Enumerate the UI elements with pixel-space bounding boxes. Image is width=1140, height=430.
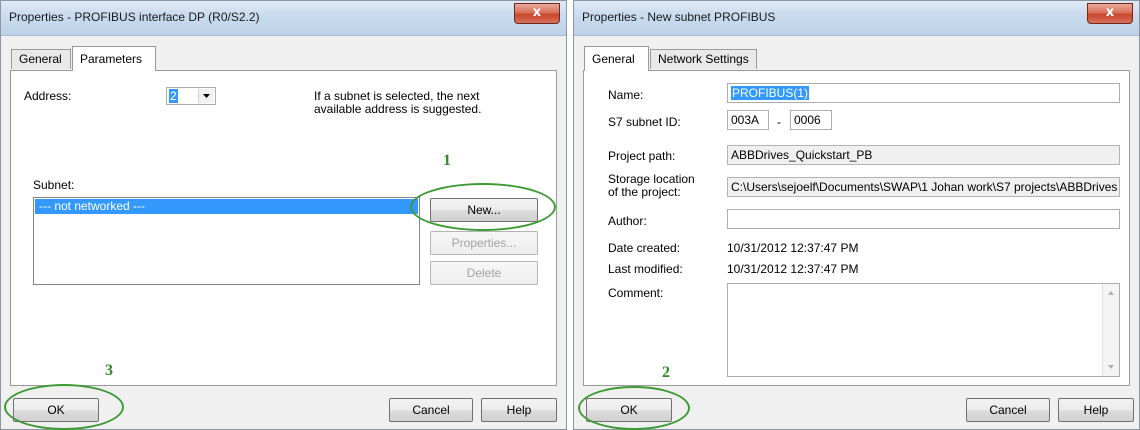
author-label: Author: [608,214,647,228]
project-path-label: Project path: [608,149,676,163]
step-number-2: 2 [662,364,670,381]
parameters-tab-page: Address: 2 If a subnet is selected, the … [10,70,557,386]
name-value: PROFIBUS(1) [731,86,810,100]
name-field[interactable]: PROFIBUS(1) [727,83,1120,103]
subnet-id-label: S7 subnet ID: [608,115,681,129]
storage-location-label-line1: Storage location [608,172,695,186]
step-number-3: 3 [105,362,113,379]
title-bar: Properties - PROFIBUS interface DP (R0/S… [1,1,566,36]
new-subnet-button[interactable]: New... [430,198,538,222]
window-title: Properties - PROFIBUS interface DP (R0/S… [9,10,260,24]
chevron-down-icon [198,89,214,103]
new-subnet-properties-dialog: Properties - New subnet PROFIBUS x Gener… [573,0,1140,430]
storage-location-field: C:\Users\sejoelf\Documents\SWAP\1 Johan … [727,177,1120,197]
ok-button[interactable]: OK [586,398,672,422]
scroll-arrows-icon [1108,291,1114,369]
tab-network-settings[interactable]: Network Settings [650,49,757,69]
help-button[interactable]: Help [1058,398,1134,422]
last-modified-label: Last modified: [608,262,683,276]
help-button[interactable]: Help [481,398,557,422]
step-number-1: 1 [443,152,451,169]
title-bar: Properties - New subnet PROFIBUS x [574,1,1139,36]
subnet-id-field-1[interactable]: 003A [727,110,769,130]
subnet-label: Subnet: [33,178,75,192]
tab-general[interactable]: General [11,49,71,69]
last-modified-value: 10/31/2012 12:37:47 PM [727,262,859,276]
tab-parameters[interactable]: Parameters [72,46,156,71]
hint-text-line1: If a subnet is selected, the next [314,89,480,103]
address-dropdown[interactable]: 2 [166,87,216,105]
profibus-interface-properties-dialog: Properties - PROFIBUS interface DP (R0/S… [0,0,567,430]
general-tab-page: Name: PROFIBUS(1) S7 subnet ID: 003A - 0… [583,70,1130,386]
ok-button[interactable]: OK [13,398,99,422]
cancel-button[interactable]: Cancel [389,398,473,422]
hint-text-line2: available address is suggested. [314,102,482,116]
author-field[interactable] [727,209,1120,229]
name-label: Name: [608,88,644,102]
subnet-id-separator: - [777,115,781,129]
comment-scrollbar[interactable] [1102,284,1119,376]
storage-location-label-line2: of the project: [608,185,681,199]
close-button[interactable]: x [1087,3,1133,24]
list-item[interactable]: --- not networked --- [35,199,418,214]
date-created-label: Date created: [608,241,681,255]
delete-subnet-button[interactable]: Delete [430,261,538,285]
tab-general[interactable]: General [584,46,649,71]
project-path-field: ABBDrives_Quickstart_PB [727,145,1120,165]
close-button[interactable]: x [514,3,560,24]
address-label: Address: [24,89,72,103]
comment-label: Comment: [608,286,664,300]
subnet-properties-button[interactable]: Properties... [430,231,538,255]
window-title: Properties - New subnet PROFIBUS [582,10,776,24]
subnet-id-field-2[interactable]: 0006 [790,110,832,130]
subnet-item-label: --- not networked --- [39,199,146,213]
cancel-button[interactable]: Cancel [966,398,1050,422]
subnet-list[interactable]: --- not networked --- [33,197,420,285]
date-created-value: 10/31/2012 12:37:47 PM [727,241,859,255]
comment-textarea[interactable] [727,283,1120,377]
address-value: 2 [169,89,178,103]
